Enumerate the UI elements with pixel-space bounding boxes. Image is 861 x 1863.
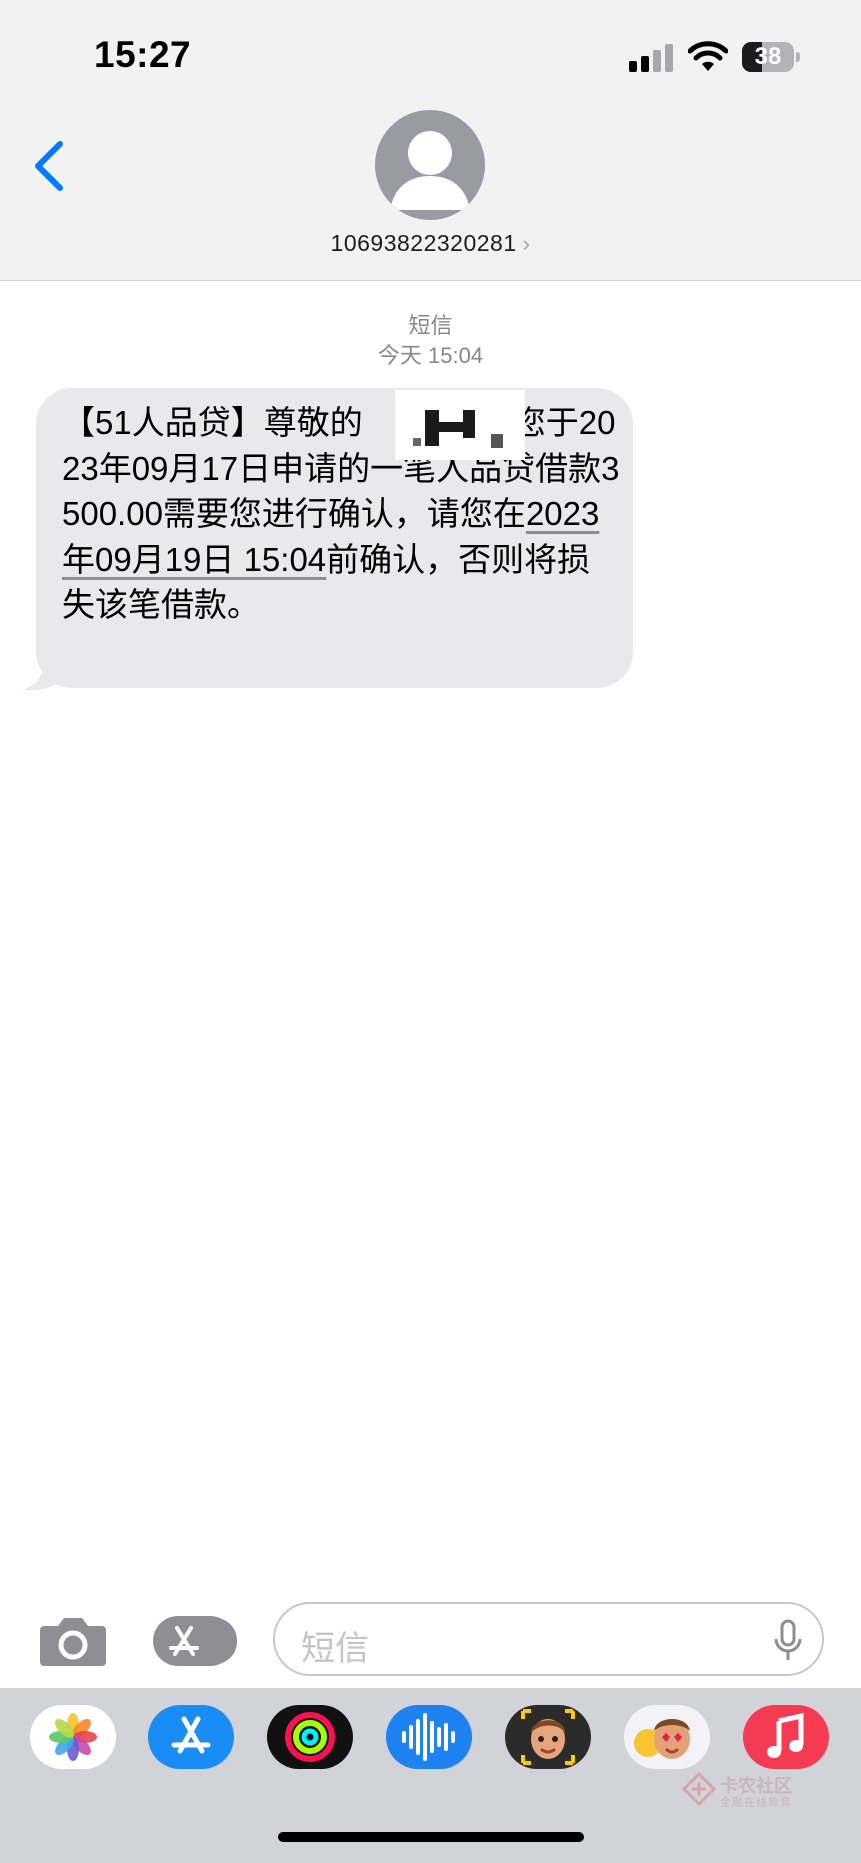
message-text-part1: 【51人品贷】尊敬的: [62, 404, 363, 441]
app-drawer-button[interactable]: [153, 1616, 237, 1666]
message-input-placeholder: 短信: [301, 1630, 369, 1668]
voice-memos-icon[interactable]: [386, 1705, 472, 1769]
music-icon[interactable]: [743, 1705, 829, 1769]
message-input[interactable]: 短信: [273, 1602, 824, 1676]
contact-number: 10693822320281: [330, 230, 517, 256]
person-silhouette-icon: [390, 131, 470, 210]
fitness-icon[interactable]: [267, 1705, 353, 1769]
battery-level: 38: [754, 43, 782, 70]
conversation-header: 15:27 38 10693822320281 ›: [0, 0, 861, 281]
battery-icon: 38: [742, 42, 802, 72]
redaction-mosaic: [395, 390, 525, 460]
photos-icon[interactable]: [30, 1705, 116, 1769]
message-timestamp: 今天 15:04: [377, 343, 484, 368]
memoji-icon[interactable]: [505, 1705, 591, 1769]
microphone-icon[interactable]: [773, 1619, 803, 1663]
camera-icon[interactable]: [38, 1614, 108, 1668]
channel-label: 短信: [408, 313, 453, 338]
status-time: 15:27: [94, 34, 192, 75]
home-indicator[interactable]: [278, 1832, 584, 1842]
message-text: 【51人品贷】尊敬的 您于2023年09月17日申请的一笔人品贷借款3500.00…: [62, 400, 622, 628]
memoji-stickers-icon[interactable]: [624, 1705, 710, 1769]
watermark-subtitle: 金融在线教育: [720, 1797, 792, 1809]
watermark-logo-icon: [681, 1771, 717, 1807]
contact-avatar[interactable]: [375, 110, 485, 220]
contact-name-button[interactable]: 10693822320281 ›: [0, 230, 861, 257]
wifi-icon: [688, 41, 728, 71]
cellular-signal-icon: [629, 44, 673, 72]
chevron-right-icon: ›: [522, 231, 531, 256]
back-chevron-icon[interactable]: [30, 138, 70, 194]
app-store-a-icon: [169, 1626, 199, 1656]
watermark: 卡农社区 金融在线教育: [681, 1771, 832, 1812]
app-store-icon[interactable]: [148, 1705, 234, 1769]
